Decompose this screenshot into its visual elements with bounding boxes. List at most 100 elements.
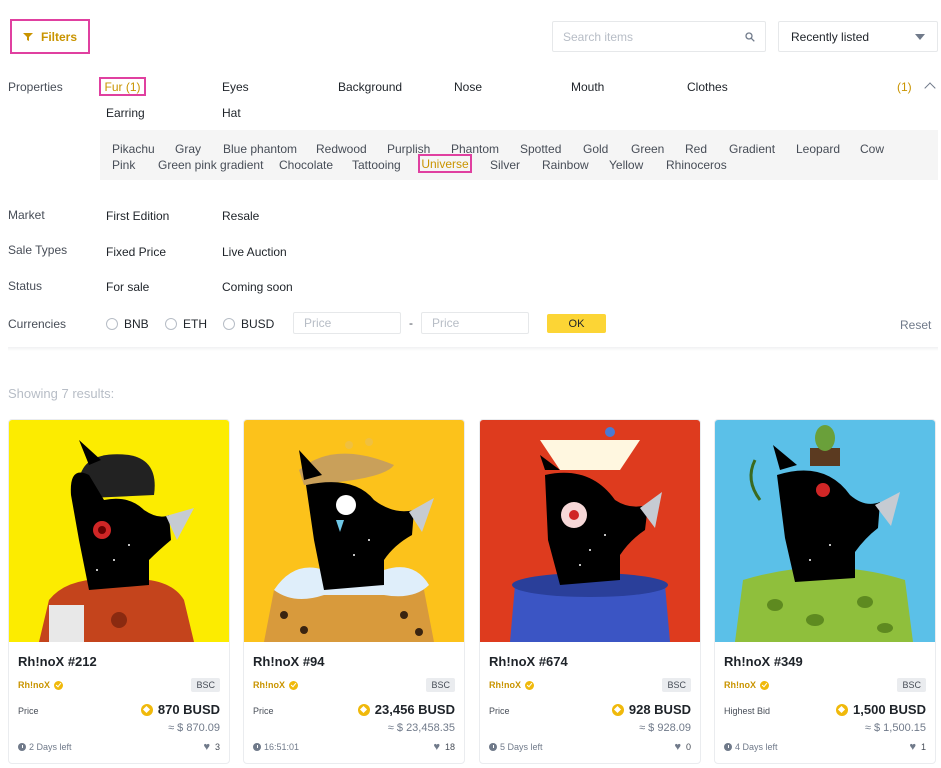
price-label: Price [18,706,39,716]
radio-icon[interactable] [106,318,118,330]
sort-select[interactable]: Recently listed [778,21,938,52]
fur-value-chocolate[interactable]: Chocolate [279,158,333,172]
ok-label: OK [568,317,585,330]
fur-value-pink[interactable]: Pink [112,158,135,172]
currency-busd-label: BUSD [241,317,275,331]
fur-value-universe[interactable]: Universe [418,154,472,173]
price-label: Highest Bid [724,706,771,716]
price-value: 23,456 BUSD [357,702,455,717]
property-background[interactable]: Background [338,80,402,94]
sale-type-fixed-price[interactable]: Fixed Price [106,245,166,259]
currency-busd[interactable]: BUSD [223,317,274,331]
search-box[interactable] [552,21,766,52]
property-earring[interactable]: Earring [106,106,145,120]
currency-eth-label: ETH [183,317,207,331]
nft-name[interactable]: Rh!noX #349 [724,654,803,669]
market-resale[interactable]: Resale [222,209,259,223]
currency-bnb-label: BNB [124,317,149,331]
creator[interactable]: Rh!noX [489,680,534,690]
search-icon[interactable] [745,31,755,42]
fur-value-green[interactable]: Green [631,142,664,156]
fur-value-rhinoceros[interactable]: Rhinoceros [666,158,727,172]
heart-icon[interactable]: ♥ [909,741,916,752]
radio-icon[interactable] [165,318,177,330]
nft-card[interactable]: Rh!noX #94 Rh!noX BSC Price 23,456 BUSD … [243,419,465,764]
like-button[interactable]: ♥ 0 [674,741,691,752]
price-min-input[interactable] [293,312,401,334]
busd-coin-icon [836,703,849,716]
property-clothes[interactable]: Clothes [687,80,728,94]
filters-button[interactable]: Filters [10,19,90,54]
fur-value-rainbow[interactable]: Rainbow [542,158,589,172]
status-coming-soon[interactable]: Coming soon [222,280,293,294]
time-left: 5 Days left [489,742,543,752]
fur-value-blue-phantom[interactable]: Blue phantom [223,142,297,156]
price-value: 928 BUSD [611,702,691,717]
price-max-input[interactable] [421,312,529,334]
fur-value-gray[interactable]: Gray [175,142,201,156]
fur-value-gradient[interactable]: Gradient [729,142,775,156]
fur-value-green-pink-gradient[interactable]: Green pink gradient [158,158,263,172]
nft-image[interactable] [9,420,229,642]
nft-image[interactable] [715,420,935,642]
heart-icon[interactable]: ♥ [674,741,681,752]
heart-icon[interactable]: ♥ [203,741,210,752]
status-label: Status [8,279,43,293]
creator[interactable]: Rh!noX [253,680,298,690]
reset-button[interactable]: Reset [900,318,931,332]
market-first-edition[interactable]: First Edition [106,209,169,223]
fur-value-silver[interactable]: Silver [490,158,520,172]
heart-icon[interactable]: ♥ [433,741,440,752]
property-hat[interactable]: Hat [222,106,241,120]
nft-card[interactable]: Rh!noX #212 Rh!noX BSC Price 870 BUSD ≈ … [8,419,230,764]
price-amount: 23,456 BUSD [374,702,455,717]
price-value: 870 BUSD [140,702,220,717]
fur-value-spotted[interactable]: Spotted [520,142,561,156]
fur-value-yellow[interactable]: Yellow [609,158,643,172]
fur-value-redwood[interactable]: Redwood [316,142,367,156]
fur-value-pikachu[interactable]: Pikachu [112,142,155,156]
clock-icon [18,743,26,751]
property-nose[interactable]: Nose [454,80,482,94]
currency-bnb[interactable]: BNB [106,317,149,331]
chain-badge: BSC [426,678,455,692]
verified-icon [289,680,298,690]
fur-value-cow[interactable]: Cow [860,142,884,156]
radio-icon[interactable] [223,318,235,330]
chevron-up-icon[interactable] [924,82,936,94]
price-label: Price [489,706,510,716]
fur-value-red[interactable]: Red [685,142,707,156]
results-count: Showing 7 results: [8,386,115,401]
nft-image[interactable] [244,420,464,642]
nft-card[interactable]: Rh!noX #674 Rh!noX BSC Price 928 BUSD ≈ … [479,419,701,764]
fur-value-leopard[interactable]: Leopard [796,142,840,156]
nft-name[interactable]: Rh!noX #212 [18,654,97,669]
sale-type-live-auction[interactable]: Live Auction [222,245,287,259]
properties-count: (1) [897,80,912,94]
like-button[interactable]: ♥ 3 [203,741,220,752]
property-fur[interactable]: Fur (1) [99,77,146,96]
property-mouth[interactable]: Mouth [571,80,604,94]
price-amount: 870 BUSD [157,702,220,717]
like-button[interactable]: ♥ 1 [909,741,926,752]
nft-name[interactable]: Rh!noX #674 [489,654,568,669]
price-usd: ≈ $ 1,500.15 [864,722,926,734]
creator[interactable]: Rh!noX [724,680,769,690]
search-input[interactable] [563,29,745,44]
nft-card[interactable]: Rh!noX #349 Rh!noX BSC Highest Bid 1,500… [714,419,936,764]
creator[interactable]: Rh!noX [18,680,63,690]
property-eyes[interactable]: Eyes [222,80,249,94]
clock-icon [253,743,261,751]
nft-name[interactable]: Rh!noX #94 [253,654,325,669]
filter-icon [22,32,33,41]
currency-eth[interactable]: ETH [165,317,207,331]
fur-value-gold[interactable]: Gold [583,142,608,156]
status-for-sale[interactable]: For sale [106,280,149,294]
chain-badge: BSC [191,678,220,692]
ok-button[interactable]: OK [547,314,606,333]
nft-image[interactable] [480,420,700,642]
creator-name: Rh!noX [489,680,521,690]
divider [8,347,938,351]
like-button[interactable]: ♥ 18 [433,741,455,752]
fur-value-tattooing[interactable]: Tattooing [352,158,401,172]
